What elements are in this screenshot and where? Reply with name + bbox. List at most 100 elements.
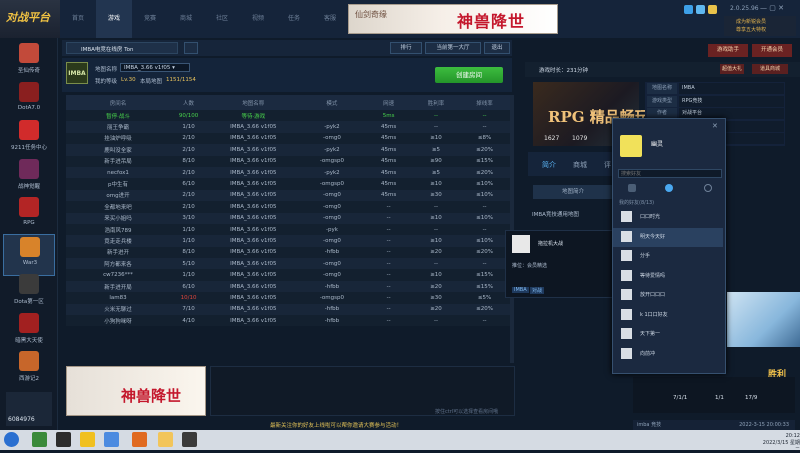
table-row[interactable]: 阿方都来各 5/10 IMBA_3.66 v1f05 -omg0 -- -- -- (66, 258, 510, 270)
table-row[interactable]: 新手进开局 6/10 IMBA_3.66 v1f05 -hfbb -- ≥20 ≤15% (66, 280, 510, 293)
app-logo[interactable]: 对战平台 (0, 0, 60, 38)
table-row[interactable]: 新手进吊局 8/10 IMBA_3.66 v1f05 -omgsp0 45ms ≥90 ≤1… (66, 155, 510, 167)
column-header[interactable]: 地图名称 (207, 95, 300, 110)
sidebar-item-game[interactable]: 暗黑大天使 (3, 311, 55, 353)
vip-promo[interactable]: 成为新锐会员 尊享五大特权 (724, 16, 796, 36)
sidebar-item-game[interactable]: War3 (3, 233, 55, 276)
hall-button[interactable]: 当前第一大厅 (425, 42, 481, 54)
table-row[interactable]: 火米无聊过 7/10 IMBA_3.66 v1f05 -hfbb -- ≥20 ≤20% (66, 303, 510, 316)
taskbar-app-icon[interactable] (80, 432, 95, 447)
message-icon[interactable] (684, 5, 693, 14)
friend-list-item[interactable]: 向前冲 (613, 345, 723, 364)
table-row[interactable]: necfox1 2/10 IMBA_3.66 v1f05 -pyk2 45ms ≥5 ≤20… (66, 166, 510, 179)
exit-button[interactable]: 退出 (484, 42, 510, 54)
user-id-card[interactable]: 6084976 (6, 392, 52, 426)
avatar[interactable] (512, 235, 530, 253)
gift-icon[interactable] (708, 5, 717, 14)
table-row[interactable]: 鹿叫没全家 2/10 IMBA_3.66 v1f05 -pyk2 45ms ≥5 ≤20% (66, 144, 510, 156)
table-cell: -omgsp0 (299, 292, 365, 304)
taskbar-app-icon[interactable] (158, 432, 173, 447)
room-tab[interactable]: IMBA电竞在线房 Ton (66, 42, 178, 54)
taskbar-app-icon[interactable] (182, 432, 197, 447)
open-vip-button[interactable]: 开通会员 (752, 44, 792, 57)
chat-icon[interactable] (628, 184, 636, 192)
table-cell: 1/10 (170, 235, 208, 247)
table-row[interactable]: 新手进开 8/10 IMBA_3.66 v1f05 -hfbb -- ≥20 ≤20% (66, 246, 510, 259)
column-header[interactable]: 胜利率 (412, 95, 460, 110)
taskbar-app-icon[interactable] (56, 432, 71, 447)
table-scrollbar[interactable] (510, 95, 514, 363)
friend-list-item[interactable]: 放开口口口 (613, 286, 723, 305)
tab-tasks[interactable]: 任务 (276, 0, 312, 38)
person-icon[interactable] (665, 184, 673, 192)
match-record[interactable]: 7/1/1 1/1 17/9 (633, 377, 795, 413)
friend-list-item[interactable]: 天下第一 (613, 325, 723, 344)
tab-service[interactable]: 客服 (312, 0, 348, 38)
friend-group-label[interactable]: 我的好友(8/13) (619, 199, 654, 206)
avatar[interactable] (620, 135, 642, 157)
table-row[interactable]: lam83 10/10 IMBA_3.66 v1f05 -omgsp0 -- ≥30 ≤5% (66, 292, 510, 304)
table-row[interactable]: 挂油炉呼吸 2/10 IMBA_3.66 v1f05 -omg0 45ms ≥10 ≤8% (66, 132, 510, 145)
column-header[interactable]: 模式 (299, 95, 365, 110)
sidebar-item-game[interactable]: RPG (3, 195, 55, 237)
table-row[interactable]: 全都地来吧 2/10 IMBA_3.66 v1f05 -omg0 -- -- -- (66, 201, 510, 213)
sidebar-item-game[interactable]: Dota第一区 (3, 272, 55, 314)
taskbar-app-icon[interactable] (32, 432, 47, 447)
table-cell: necfox1 (66, 166, 171, 179)
sidebar-item-label: DotA7.0 (17, 104, 41, 111)
table-row[interactable]: 丽王争霸 1/10 IMBA_3.66 v1f05 -pyk2 45ms -- -- (66, 121, 510, 133)
tab-community[interactable]: 社区 (204, 0, 240, 38)
sidebar-item-game[interactable]: 西游记2 (3, 349, 55, 391)
mail-icon[interactable] (696, 5, 705, 14)
window-controls[interactable]: — ▢ ✕ (760, 4, 784, 12)
table-row[interactable]: p中生有 6/10 IMBA_3.66 v1f05 -omgsp0 45ms ≥10 ≤10… (66, 178, 510, 190)
start-icon[interactable] (4, 432, 19, 447)
rank-button[interactable]: 排行 (390, 42, 422, 54)
tab-games[interactable]: 游戏 (96, 0, 132, 38)
tab-video[interactable]: 视频 (240, 0, 276, 38)
table-row[interactable]: 浩南风789 1/10 IMBA_3.66 v1f05 -pyk -- -- -- (66, 223, 510, 236)
tab-mall[interactable]: 商城 (168, 0, 204, 38)
table-row[interactable]: 来买小姐吗 3/10 IMBA_3.66 v1f05 -omg0 -- ≥10 ≤10% (66, 212, 510, 224)
refresh-icon[interactable] (184, 42, 198, 54)
taskbar-app-icon[interactable] (132, 432, 147, 447)
table-row[interactable]: 暂停·战斗 90/100 等待·游戏 5ms -- -- (66, 110, 510, 122)
user-id: 6084976 (8, 416, 35, 423)
friend-list-item[interactable]: 等待爱情吗 (613, 267, 723, 286)
friend-list-item[interactable]: 分手 (613, 247, 723, 266)
table-row[interactable]: 竟走走兵楼 1/10 IMBA_3.66 v1f05 -omg0 -- ≥10 ≤10% (66, 235, 510, 247)
tab-intro[interactable]: 简介 (542, 160, 556, 170)
column-header[interactable]: 网速 (364, 95, 413, 110)
tab-contest[interactable]: 竞赛 (132, 0, 168, 38)
friend-list-item[interactable]: 口口时光 (613, 208, 723, 227)
column-header[interactable]: 掉线率 (459, 95, 510, 110)
column-header[interactable]: 人数 (170, 95, 208, 110)
bottom-ad[interactable]: 神兽降世 (66, 366, 206, 416)
map-select[interactable]: IMBA_3.66 v1f05 ▾ (120, 63, 190, 72)
sidebar-item-game[interactable]: DotA7.0 (3, 80, 55, 122)
create-room-button[interactable]: 创建房间 (435, 67, 503, 83)
table-row[interactable]: cw7236*** 1/10 IMBA_3.66 v1f05 -omg0 -- ≥10 ≤1… (66, 269, 510, 281)
map-intro-button[interactable]: 地图简介 (533, 185, 613, 199)
tab-comment[interactable]: 评 (604, 160, 611, 170)
assistant-button[interactable]: 游戏助手 (708, 44, 748, 57)
top-banner-ad[interactable]: 仙剑奇缘 神兽降世 (348, 4, 558, 34)
tab-home[interactable]: 首页 (60, 0, 96, 38)
tab-shop[interactable]: 商城 (573, 160, 587, 170)
close-icon[interactable]: ✕ (712, 122, 718, 130)
table-row[interactable]: 小狗狗咪呀 4/10 IMBA_3.66 v1f05 -hfbb -- -- -- (66, 315, 510, 327)
table-row[interactable]: omg进开 2/10 IMBA_3.66 v1f05 -omg0 45ms ≥30 ≤10% (66, 189, 510, 202)
friend-list-item[interactable]: k 1口口好友 (613, 306, 723, 325)
item-mall-button[interactable]: 道具商城 (752, 64, 788, 74)
friend-list-item[interactable]: 明天今天好 (613, 227, 723, 247)
group-icon[interactable] (704, 184, 712, 192)
game-icon (19, 351, 39, 371)
sidebar-item-game[interactable]: 9211任务中心 (3, 118, 55, 160)
sidebar-item-game[interactable]: 战神觉醒 (3, 157, 55, 199)
sidebar-item-game[interactable]: 圣仙传奇 (3, 41, 55, 83)
table-cell: -omg0 (299, 189, 365, 202)
friend-search-input[interactable] (618, 169, 722, 178)
column-header[interactable]: 房间名 (66, 95, 171, 110)
taskbar-app-icon[interactable] (104, 432, 119, 447)
gift-pack-button[interactable]: 超值大礼 (720, 64, 744, 74)
